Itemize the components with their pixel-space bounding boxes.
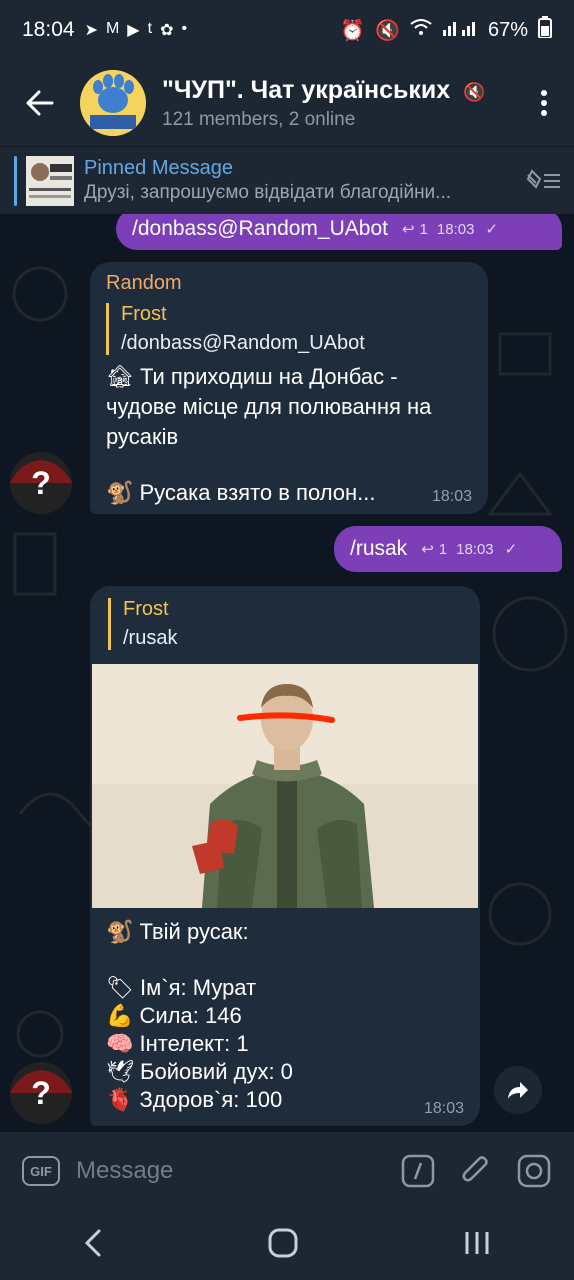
gmail-icon: M: [105, 20, 120, 37]
incoming-message[interactable]: Random Frost /donbass@Random_UAbot 🏚 Ти …: [90, 262, 488, 514]
share-arrow-icon: [508, 1082, 528, 1099]
group-avatar[interactable]: [80, 70, 146, 136]
message-text: /donbass@Random_UAbot: [132, 217, 388, 240]
message-line: 🏷 Ім`я: Мурат: [106, 975, 257, 1000]
quote-author: Frost: [123, 598, 169, 620]
gif-label: GIF: [30, 1163, 52, 1179]
outgoing-message[interactable]: /donbass@Random_UAbot ↩ 1 18:03 ✓: [116, 214, 562, 250]
user-avatar[interactable]: ?: [10, 1062, 72, 1124]
status-time: 18:04: [22, 18, 75, 41]
message-line: русаків: [106, 424, 179, 449]
read-check-icon: ✓: [504, 541, 518, 558]
wifi-icon: [410, 18, 432, 42]
signal-icon: [442, 18, 478, 42]
battery-percent: 67%: [487, 18, 528, 41]
back-button[interactable]: [0, 60, 80, 146]
status-bar: 18:04 ➤ M ▶ t ✿ • ⏰ 🔇 67%: [0, 0, 574, 60]
alarm-icon: ⏰: [340, 19, 366, 42]
message-line: 💪 Сила: 146: [106, 1003, 242, 1028]
nav-back-button[interactable]: [83, 1229, 103, 1262]
message-input[interactable]: Message: [76, 1157, 378, 1185]
sender-name[interactable]: Random: [106, 272, 472, 295]
attach-button[interactable]: [458, 1153, 494, 1189]
quote-author: Frost: [121, 303, 167, 325]
message-line: 🕊 Бойовий дух: 0: [106, 1059, 293, 1084]
paperclip-icon: [462, 1156, 488, 1182]
notification-icons: ➤ M ▶ t ✿ •: [85, 20, 188, 40]
pinned-text: Друзі, запрошуємо відвідати благодійни..…: [84, 182, 452, 203]
message-meta: ↩ 1 18:03 ✓: [421, 540, 518, 559]
quote-text: /rusak: [123, 627, 178, 649]
user-avatar[interactable]: ?: [10, 452, 72, 514]
gif-button[interactable]: GIF: [22, 1156, 60, 1186]
reply-count: 1: [419, 220, 428, 238]
pinned-thumbnail: [26, 155, 74, 206]
app-icon: ✿: [160, 22, 174, 39]
mute-icon: 🔇: [375, 19, 400, 42]
arrow-left-icon: [26, 90, 54, 116]
quote-text: /donbass@Random_UAbot: [121, 332, 365, 354]
camera-button[interactable]: [516, 1153, 552, 1189]
forward-button[interactable]: [494, 1066, 542, 1114]
message-time: 18:03: [456, 540, 494, 558]
chat-members: 121 members, 2 online: [162, 108, 356, 130]
home-icon: [268, 1228, 298, 1257]
message-line: 🐒 Русака взято в полон...: [106, 480, 376, 505]
system-nav-bar: [0, 1210, 574, 1280]
outgoing-message[interactable]: /rusak ↩ 1 18:03 ✓: [334, 526, 562, 572]
recents-icon: [465, 1231, 489, 1254]
reply-icon: ↩: [421, 541, 434, 558]
incoming-message[interactable]: Frost /rusak 🐒 Твій русак: 🏷 Ім`я: Мурат…: [90, 586, 480, 1126]
message-line: чудове місце для полювання на: [106, 394, 432, 419]
chat-messages[interactable]: /donbass@Random_UAbot ↩ 1 18:03 ✓ ? Rand…: [0, 214, 574, 1132]
bot-command-button[interactable]: [400, 1153, 436, 1189]
nav-home-button[interactable]: [268, 1228, 298, 1263]
pinned-indicator: [14, 155, 17, 206]
tumblr-icon: t: [147, 20, 153, 37]
youtube-icon: ▶: [127, 22, 140, 39]
pinned-title: Pinned Message: [84, 157, 233, 179]
message-time: 18:03: [436, 220, 475, 238]
message-photo[interactable]: [92, 664, 478, 908]
read-check-icon: ✓: [485, 221, 499, 238]
message-line: 🧠 Інтелект: 1: [106, 1031, 249, 1056]
more-menu-button[interactable]: [514, 60, 574, 146]
paw-icon: [80, 70, 146, 136]
chat-title[interactable]: "ЧУП". Чат українських 🔇: [162, 76, 514, 105]
message-meta: ↩ 1 18:03 ✓: [401, 220, 499, 239]
pinned-message-bar[interactable]: Pinned Message Друзі, запрошуємо відвіда…: [0, 146, 574, 214]
chevron-left-icon: [84, 1229, 101, 1256]
more-dot-icon: •: [181, 20, 188, 37]
message-time: 18:03: [431, 488, 472, 505]
muted-icon: 🔇: [463, 81, 486, 102]
battery-icon: [538, 16, 552, 44]
reply-quote[interactable]: Frost /donbass@Random_UAbot: [106, 303, 472, 355]
message-line: 🏚 Ти приходиш на Донбас -: [106, 364, 398, 389]
pinned-list-button[interactable]: [514, 168, 574, 193]
chat-header: "ЧУП". Чат українських 🔇 121 members, 2 …: [0, 60, 574, 146]
pin-list-icon: [526, 168, 560, 189]
message-input-bar: GIF Message: [0, 1132, 574, 1210]
nav-recents-button[interactable]: [463, 1230, 491, 1261]
message-line: 🫀 Здоров`я: 100: [106, 1087, 283, 1112]
slash-command-icon: [401, 1154, 435, 1188]
telegram-icon: ➤: [84, 22, 98, 39]
kebab-menu-icon: [541, 90, 547, 116]
reply-quote[interactable]: Frost /rusak: [108, 598, 478, 650]
message-time: 18:03: [423, 1100, 464, 1117]
reply-count: 1: [438, 540, 448, 558]
message-line: 🐒 Твій русак:: [106, 919, 249, 944]
message-text: /rusak: [350, 537, 408, 560]
camera-icon: [517, 1154, 551, 1188]
reply-icon: ↩: [401, 221, 415, 238]
